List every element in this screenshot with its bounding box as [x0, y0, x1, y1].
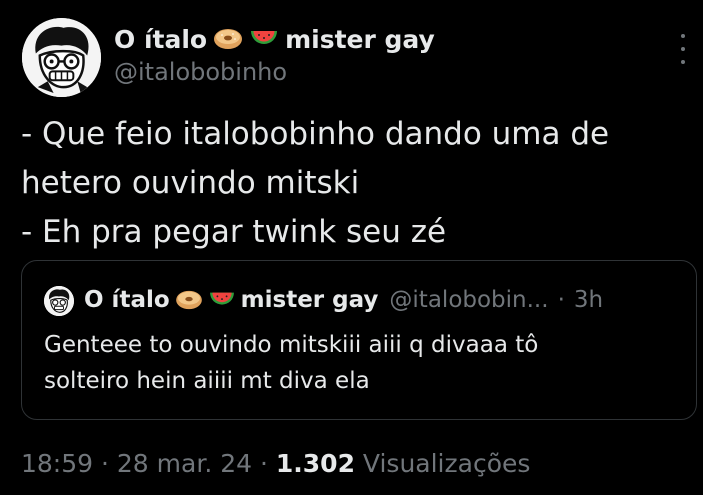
more-options-icon[interactable] [676, 34, 690, 64]
quote-header: O ítalo mister gay @italobobin... · 3h [84, 283, 603, 317]
quote-text: Genteee to ouvindo mitskiii aiii q divaa… [44, 327, 674, 399]
bagel-icon [175, 289, 203, 311]
quote-author-name-suffix: mister gay [240, 287, 379, 313]
author-handle[interactable]: @italobobinho [114, 58, 287, 86]
tweet-text: - Que feio italobobinho dando uma de het… [21, 110, 686, 257]
author-display-name[interactable]: O ítalo [114, 25, 207, 54]
tweet-meta: 18:59 · 28 mar. 24 · 1.302 Visualizações [21, 449, 530, 478]
tweet-line: hetero ouvindo mitski [21, 165, 360, 201]
tweet-time[interactable]: 18:59 [21, 449, 93, 478]
watermelon-icon [249, 27, 279, 51]
tweet-line: - Que feio italobobinho dando uma de [21, 116, 610, 152]
bagel-icon [213, 27, 243, 51]
quote-timestamp[interactable]: 3h [574, 287, 603, 313]
author-name-row[interactable]: O ítalo mister gay [114, 22, 435, 56]
quote-author-avatar [44, 286, 74, 316]
quoted-tweet[interactable]: O ítalo mister gay @italobobin... · 3h G… [21, 260, 697, 420]
meta-separator: · [101, 449, 109, 478]
author-avatar[interactable] [22, 18, 101, 97]
quote-separator: · [557, 287, 565, 313]
author-name-suffix[interactable]: mister gay [285, 25, 435, 54]
watermelon-icon [208, 289, 236, 311]
quote-author-handle: @italobobin... [389, 287, 549, 313]
views-count: 1.302 [275, 449, 355, 478]
tweet-date[interactable]: 28 mar. 24 [117, 449, 252, 478]
quote-author-name: O ítalo [84, 287, 170, 313]
meta-separator: · [259, 449, 268, 478]
tweet-line: - Eh pra pegar twink seu zé [21, 214, 447, 250]
quote-line: Genteee to ouvindo mitskiii aiii q divaa… [44, 332, 539, 358]
quote-line: solteiro hein aiiii mt diva ela [44, 368, 370, 394]
views-label: Visualizações [362, 449, 531, 478]
